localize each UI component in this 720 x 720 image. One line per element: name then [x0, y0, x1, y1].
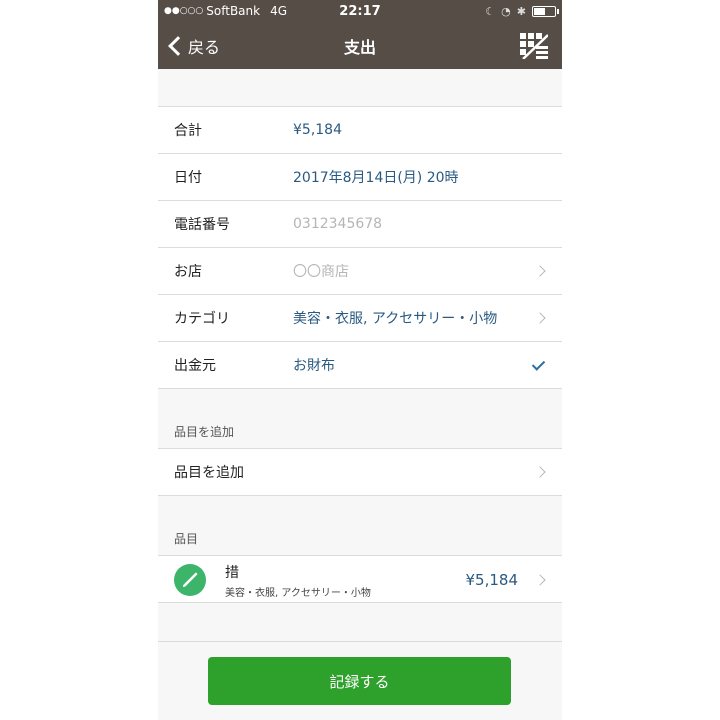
chevron-right-icon — [534, 265, 546, 277]
category-grid-icon[interactable] — [520, 33, 548, 59]
item-category: 美容・衣服, アクセサリー・小物 — [225, 588, 371, 599]
record-button[interactable]: 記録する — [208, 657, 511, 705]
add-item-section-header: 品目を追加 — [158, 389, 562, 449]
bottom-spacer — [158, 603, 562, 642]
expense-form: 合計 ¥5,184 日付 2017年8月14日(月) 20時 電話番号 0312… — [158, 107, 562, 389]
shop-label: お店 — [174, 264, 202, 280]
phone-input[interactable]: 0312345678 — [293, 216, 382, 232]
add-item-row[interactable]: 品目を追加 — [158, 449, 562, 496]
shop-input[interactable]: 〇〇商店 — [293, 261, 349, 281]
items-header-text: 品目 — [174, 532, 199, 546]
payment-source-label: 出金元 — [174, 358, 216, 374]
list-item[interactable]: 措 美容・衣服, アクセサリー・小物 ¥5,184 — [158, 556, 562, 603]
date-row[interactable]: 日付 2017年8月14日(月) 20時 — [158, 154, 562, 201]
total-label: 合計 — [174, 123, 202, 139]
total-row[interactable]: 合計 ¥5,184 — [158, 107, 562, 154]
date-value: 2017年8月14日(月) 20時 — [293, 170, 459, 186]
item-name: 措 — [225, 565, 239, 581]
battery-icon — [532, 5, 559, 17]
chevron-right-icon — [534, 466, 546, 478]
status-right: ☾ ◔ ✱ — [485, 0, 559, 22]
back-button[interactable]: 戻る — [166, 22, 220, 69]
date-label: 日付 — [174, 170, 202, 186]
checkmark-icon — [531, 356, 546, 371]
phone-row[interactable]: 電話番号 0312345678 — [158, 201, 562, 248]
shop-row[interactable]: お店 〇〇商店 — [158, 248, 562, 295]
payment-source-value: お財布 — [293, 358, 335, 374]
back-label: 戻る — [188, 37, 221, 57]
rotation-lock-icon: ◔ — [501, 4, 511, 18]
page-title: 支出 — [343, 37, 376, 57]
chevron-left-icon — [168, 35, 188, 56]
section-spacer — [158, 69, 562, 107]
category-value: 美容・衣服, アクセサリー・小物 — [293, 311, 498, 327]
add-item-label: 品目を追加 — [174, 465, 244, 481]
moon-icon: ☾ — [485, 4, 496, 18]
add-item-header-text: 品目を追加 — [174, 425, 235, 439]
items-section-header: 品目 — [158, 496, 562, 556]
item-price: ¥5,184 — [465, 571, 519, 589]
status-bar: ●●○○○ SoftBank 4G 22:17 ☾ ◔ ✱ — [158, 0, 562, 22]
bluetooth-icon: ✱ — [516, 4, 526, 18]
add-item-group: 品目を追加 — [158, 449, 562, 496]
brush-icon — [174, 564, 206, 596]
category-label: カテゴリ — [174, 311, 230, 327]
category-row[interactable]: カテゴリ 美容・衣服, アクセサリー・小物 — [158, 295, 562, 342]
chevron-right-icon — [534, 574, 546, 586]
phone-label: 電話番号 — [174, 217, 230, 233]
navigation-bar: 戻る 支出 — [158, 22, 562, 69]
chevron-right-icon — [534, 312, 546, 324]
total-value: ¥5,184 — [293, 122, 342, 138]
payment-source-row[interactable]: 出金元 お財布 — [158, 342, 562, 389]
phone-screen: ●●○○○ SoftBank 4G 22:17 ☾ ◔ ✱ 戻る 支出 合計 ¥… — [158, 0, 562, 720]
